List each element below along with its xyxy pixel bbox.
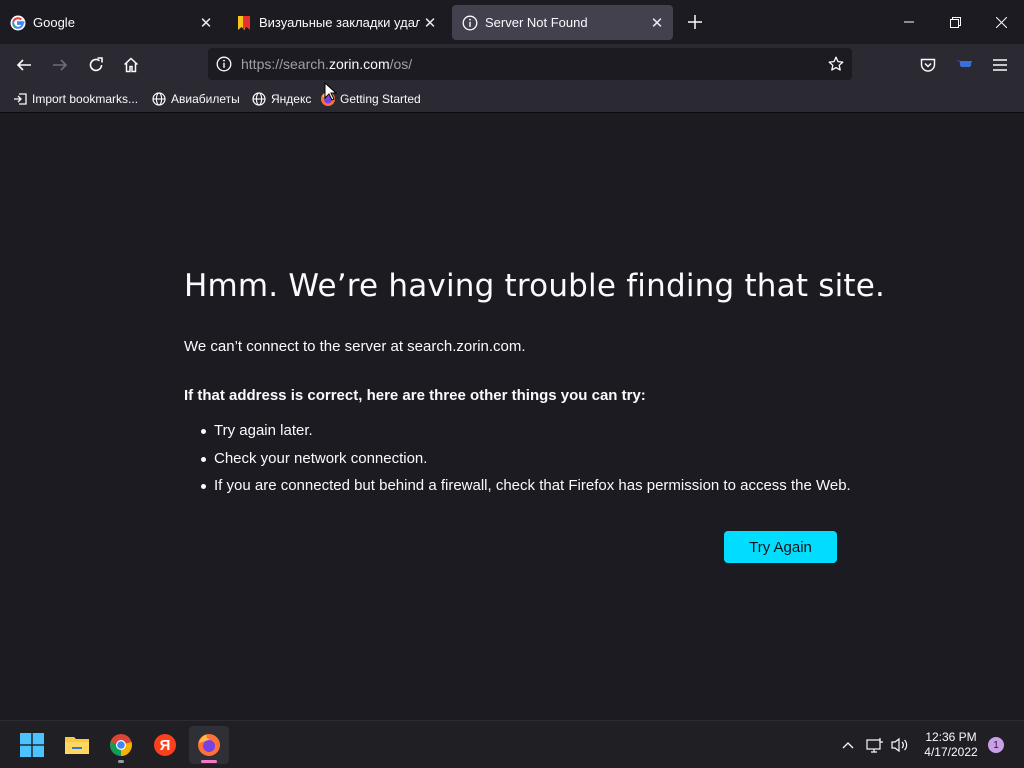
home-button[interactable] (118, 52, 144, 78)
tab-google[interactable]: Google ✕ (0, 5, 222, 40)
google-g-icon (10, 15, 26, 31)
error-description: We can’t connect to the server at search… (184, 338, 526, 355)
system-clock[interactable]: 12:36 PM 4/17/2022 (918, 730, 984, 760)
close-tab-icon[interactable]: ✕ (196, 13, 216, 33)
taskbar-chrome[interactable] (101, 726, 141, 764)
notification-badge[interactable]: 1 (988, 737, 1004, 753)
network-icon (866, 738, 883, 753)
tab-strip: Google ✕ Визуальные закладки удалены ✕ S… (0, 0, 1024, 44)
network-button[interactable] (865, 735, 885, 755)
tab-title: Google (33, 15, 75, 30)
page-content: Hmm. We’re having trouble finding that s… (0, 113, 1024, 720)
mouse-cursor-icon (324, 82, 338, 101)
yandex-icon: Я (154, 734, 176, 756)
volume-icon (891, 737, 908, 753)
clock-date: 4/17/2022 (924, 745, 978, 759)
suggestion-item: If you are connected but behind a firewa… (201, 477, 851, 505)
extension-cart-icon (956, 60, 972, 67)
tab-server-not-found[interactable]: Server Not Found ✕ (452, 5, 673, 40)
url-text[interactable]: https://search.zorin.com/os/ (241, 56, 412, 72)
error-title: Hmm. We’re having trouble finding that s… (184, 268, 886, 304)
globe-icon (251, 91, 267, 107)
error-suggestions-list: Try again later. Check your network conn… (201, 422, 851, 505)
info-icon (462, 15, 478, 31)
volume-button[interactable] (890, 735, 910, 755)
chevron-up-icon (842, 742, 854, 749)
pocket-button[interactable] (915, 52, 941, 78)
taskbar-firefox[interactable] (189, 726, 229, 764)
bookmark-label: Авиабилеты (171, 92, 240, 106)
arrow-left-icon (16, 59, 31, 71)
url-host: zorin.com (328, 56, 390, 72)
running-indicator (118, 760, 124, 763)
reload-button[interactable] (83, 52, 109, 78)
close-tab-icon[interactable]: ✕ (420, 13, 440, 33)
bookmark-star-icon[interactable] (826, 54, 846, 74)
tab-title: Визуальные закладки удалены (259, 15, 420, 30)
plus-icon (688, 15, 702, 29)
taskbar-file-explorer[interactable] (57, 726, 97, 764)
bookmarks-toolbar: Import bookmarks... Авиабилеты Яндекс Ge… (0, 85, 1024, 113)
show-hidden-icons-button[interactable] (838, 735, 858, 755)
start-button[interactable] (12, 726, 52, 764)
minimize-button[interactable] (886, 0, 932, 44)
bookmark-label: Getting Started (340, 92, 421, 106)
close-window-button[interactable] (978, 0, 1024, 44)
bookmark-label: Import bookmarks... (32, 92, 139, 106)
error-suggestions-heading: If that address is correct, here are thr… (184, 387, 646, 404)
back-button[interactable] (11, 52, 37, 78)
url-prefix: https://search. (241, 56, 329, 72)
try-again-button[interactable]: Try Again (724, 531, 837, 563)
bookmark-yandex[interactable]: Яндекс (251, 90, 311, 108)
tab-title: Server Not Found (485, 15, 588, 30)
firefox-icon (198, 734, 220, 756)
tab-visual-bookmarks[interactable]: Визуальные закладки удалены ✕ (226, 5, 446, 40)
arrow-right-icon (53, 59, 68, 71)
hamburger-menu-icon (993, 59, 1007, 71)
taskbar-yandex[interactable]: Я (145, 726, 185, 764)
chrome-icon (110, 734, 132, 756)
address-bar[interactable]: https://search.zorin.com/os/ (208, 48, 852, 80)
globe-icon (151, 91, 167, 107)
bookmark-aviabilety[interactable]: Авиабилеты (151, 90, 240, 108)
pocket-icon (920, 58, 936, 72)
extension-button[interactable] (951, 52, 977, 78)
site-info-icon[interactable] (214, 54, 234, 74)
file-explorer-icon (65, 737, 89, 754)
url-path: /os/ (389, 56, 413, 72)
close-icon (995, 16, 1007, 28)
home-icon (123, 57, 139, 73)
restore-button[interactable] (932, 0, 978, 44)
restore-icon (949, 16, 961, 28)
running-indicator (201, 760, 217, 763)
forward-button[interactable] (47, 52, 73, 78)
bookmark-import[interactable]: Import bookmarks... (12, 90, 138, 108)
windows-start-icon (20, 733, 44, 757)
minimize-icon (904, 21, 914, 23)
clock-time: 12:36 PM (925, 730, 977, 744)
close-tab-icon[interactable]: ✕ (647, 13, 667, 33)
bookmark-flag-icon (236, 15, 252, 31)
reload-icon (89, 57, 103, 72)
taskbar: Я 12:36 PM 4/17/2022 1 (0, 720, 1024, 768)
new-tab-button[interactable] (684, 11, 706, 33)
bookmark-label: Яндекс (271, 92, 312, 106)
suggestion-item: Check your network connection. (201, 450, 851, 478)
svg-text:Я: Я (160, 737, 171, 754)
suggestion-item: Try again later. (201, 422, 851, 450)
import-icon (12, 91, 28, 107)
app-menu-button[interactable] (987, 52, 1013, 78)
